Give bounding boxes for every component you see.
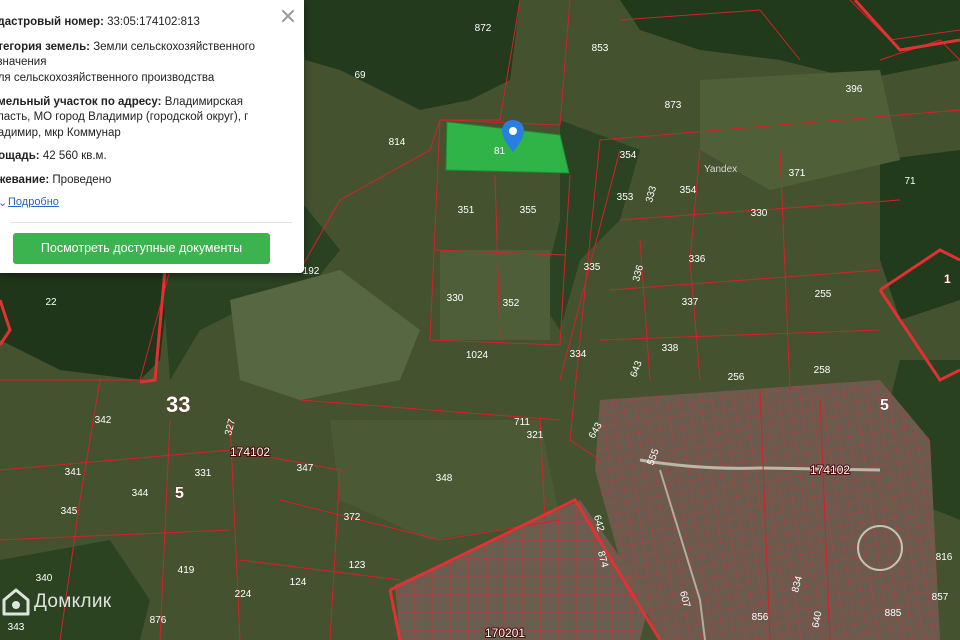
plot-number-label: 338 (662, 343, 679, 354)
plot-number-label: 873 (665, 100, 682, 111)
plot-number-label: 344 (132, 488, 149, 499)
plot-number-label: 353 (617, 192, 634, 203)
plot-number-label: 853 (592, 43, 609, 54)
block-number: 174102 (810, 463, 850, 477)
cadastral-number-label: адастровый номер: (0, 16, 104, 28)
area-label: лощадь: (0, 150, 40, 162)
plot-number-label: 711 (514, 417, 530, 428)
chevron-down-icon: ⌄ (0, 197, 8, 209)
address-value-1: Владимирская (164, 96, 243, 108)
plot-number-label: 355 (520, 205, 537, 216)
view-documents-button[interactable]: Посмотреть доступные документы (13, 233, 270, 264)
selected-plot-label: 81 (494, 146, 506, 157)
area-row: лощадь: 42 560 кв.м. (0, 149, 291, 164)
plot-number-label: 330 (447, 293, 464, 304)
plot-number-label: 256 (728, 372, 745, 383)
plot-number-label: 351 (458, 205, 475, 216)
zone-number: 33 (166, 392, 190, 417)
divider (10, 222, 292, 223)
address-label: емельный участок по адресу: (0, 96, 162, 108)
cadastral-number-row: адастровый номер: 33:05:174102:813 (0, 15, 291, 30)
plot-number-label: 342 (95, 415, 112, 426)
plot-number-label: 857 (932, 592, 949, 603)
address-value-3: ладимир, мкр Коммунар (0, 127, 121, 139)
logo-text: Домклик (34, 591, 112, 612)
home-logo-icon (2, 588, 30, 616)
plot-number-label: 71 (904, 176, 916, 187)
plot-number-label: 814 (389, 137, 406, 148)
plot-number-label: 354 (620, 150, 637, 161)
zone-number: 5 (880, 397, 889, 414)
plot-number-label: 352 (503, 298, 520, 309)
plot-number-label: 124 (290, 577, 307, 588)
cadastral-number-value: 33:05:174102:813 (107, 16, 200, 28)
zone-number: 5 (175, 485, 184, 502)
forest-area (880, 150, 960, 320)
domclick-logo: Домклик (2, 588, 111, 616)
plot-number-label: 872 (475, 23, 492, 34)
plot-number-label: 341 (65, 467, 82, 478)
plot-number-label: 348 (436, 473, 453, 484)
plot-number-label: 224 (235, 589, 252, 600)
address-value-2: бласть, МО город Владимир (городской окр… (0, 111, 249, 123)
plot-number-label: 371 (789, 168, 806, 179)
area-value: 42 560 кв.м. (42, 150, 107, 162)
plot-number-label: 321 (527, 430, 544, 441)
land-category-row-2: азначения (0, 55, 291, 70)
plot-number-label: 816 (936, 552, 953, 563)
survey-row: ежевание: Проведено (0, 173, 291, 188)
land-category-value-1: Земли сельскохозяйственного (93, 41, 256, 53)
plot-number-label: 354 (680, 185, 697, 196)
address-row-3: ладимир, мкр Коммунар (0, 126, 291, 141)
plot-number-label: 69 (354, 70, 366, 81)
plot-number-label: 372 (344, 512, 361, 523)
survey-value: Проведено (52, 174, 112, 186)
land-category-row: атегория земель: Земли сельскохозяйствен… (0, 40, 291, 55)
plot-number-label: 335 (584, 262, 601, 273)
provider-label: Yandex (704, 164, 737, 175)
plot-number-label: 1024 (466, 350, 489, 361)
plot-number-label: 258 (814, 365, 831, 376)
plot-number-label: 331 (195, 468, 212, 479)
survey-label: ежевание: (0, 174, 50, 186)
plot-number-label: 856 (752, 612, 769, 623)
land-category-value-2: азначения (0, 56, 47, 68)
address-row: емельный участок по адресу: Владимирская (0, 95, 291, 110)
details-link[interactable]: ⌄ Подробно (0, 196, 59, 209)
plot-number-label: 192 (303, 266, 320, 277)
plot-number-label: 345 (61, 506, 78, 517)
block-number: 174102 (230, 445, 270, 459)
plot-number-label: 347 (297, 463, 314, 474)
plot-number-label: 396 (846, 84, 863, 95)
plot-number-label: 876 (150, 615, 167, 626)
plot-number-label: 330 (751, 208, 768, 219)
plot-number-label: 340 (36, 573, 53, 584)
plot-number-label: 334 (570, 349, 587, 360)
block-number: 170201 (485, 626, 525, 640)
plot-number-label: 885 (885, 608, 902, 619)
plot-number-label: 337 (682, 297, 699, 308)
land-category-label: атегория земель: (0, 41, 91, 53)
plot-number-label: 419 (178, 565, 195, 576)
plot-number-label: 22 (45, 297, 57, 308)
zone-number: 1 (944, 272, 951, 286)
land-category-value-3: для сельскохозяйственного производства (0, 72, 215, 84)
plot-number-label: 123 (349, 560, 366, 571)
plot-number-label: 336 (689, 254, 706, 265)
plot-info-popup: адастровый номер: 33:05:174102:813 атего… (0, 0, 304, 273)
details-link-label: Подробно (8, 196, 59, 208)
plot-number-label: 343 (8, 622, 25, 633)
address-row-2: бласть, МО город Владимир (городской окр… (0, 110, 291, 125)
plot-number-label: 255 (815, 289, 832, 300)
land-category-row-3: для сельскохозяйственного производства (0, 71, 291, 86)
